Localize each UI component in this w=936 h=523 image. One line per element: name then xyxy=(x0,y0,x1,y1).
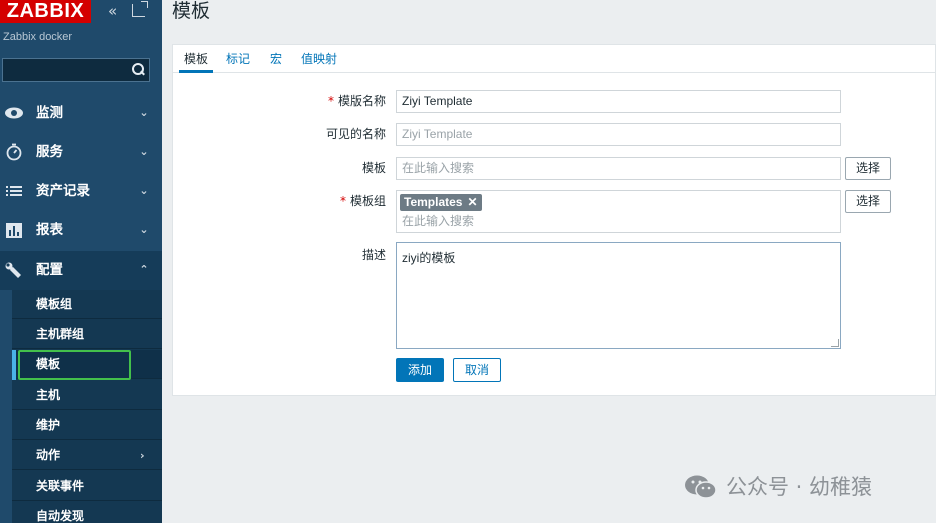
submenu-item-label: 主机 xyxy=(36,388,61,402)
visible-name-input[interactable]: Ziyi Template xyxy=(396,123,841,146)
menu-item-configuration[interactable]: 配置 ⌃ xyxy=(0,251,162,290)
template-groups-multiselect[interactable]: Templates ✕ 在此输入搜索 xyxy=(396,190,841,233)
sidebar-search-input[interactable] xyxy=(2,58,150,82)
submenu-item-hosts[interactable]: 主机 xyxy=(12,381,162,410)
add-button[interactable]: 添加 xyxy=(396,358,444,382)
template-name-label: * 模版名称 xyxy=(327,94,386,108)
submenu-item-label: 维护 xyxy=(36,418,61,432)
chevron-up-icon: ⌃ xyxy=(139,263,149,276)
menu-item-label: 资产记录 xyxy=(36,183,90,199)
active-indicator xyxy=(12,350,16,380)
chevron-down-icon: ⌄ xyxy=(139,145,149,158)
tab-macros[interactable]: 宏 xyxy=(270,51,282,67)
submenu-item-label: 动作 xyxy=(36,448,61,462)
required-mark: * xyxy=(339,194,346,208)
template-groups-select-button[interactable]: 选择 xyxy=(845,190,891,213)
description-text: ziyi的模板 xyxy=(402,251,456,265)
page-title: 模板 xyxy=(172,0,211,22)
menu-item-services[interactable]: 服务 ⌄ xyxy=(0,133,162,172)
resize-handle-icon[interactable] xyxy=(831,339,839,347)
watermark-text: 公众号 · 幼稚猿 xyxy=(726,475,873,499)
tab-value-mapping[interactable]: 值映射 xyxy=(301,51,337,67)
remove-tag-icon[interactable]: ✕ xyxy=(467,194,477,211)
description-textarea[interactable]: ziyi的模板 xyxy=(396,242,841,349)
submenu-item-discovery[interactable]: 自动发现 xyxy=(12,502,162,523)
submenu-item-label: 主机群组 xyxy=(36,327,85,341)
tab-template[interactable]: 模板 xyxy=(184,51,208,67)
list-icon xyxy=(4,182,24,200)
menu-item-label: 配置 xyxy=(36,262,63,278)
collapse-sidebar-icon[interactable]: « xyxy=(108,2,124,20)
menu-item-monitoring[interactable]: 监测 ⌄ xyxy=(0,94,162,133)
template-name-input[interactable]: Ziyi Template xyxy=(396,90,841,113)
server-name: Zabbix docker xyxy=(3,31,73,43)
menu-item-label: 服务 xyxy=(36,144,63,160)
template-groups-search-input[interactable]: 在此输入搜索 xyxy=(402,213,474,229)
visible-name-label: 可见的名称 xyxy=(325,127,386,141)
templates-select-button[interactable]: 选择 xyxy=(845,157,891,180)
highlight-annotation xyxy=(18,350,131,380)
form-tabs: 模板 标记 宏 值映射 xyxy=(173,45,936,73)
submenu-item-maintenance[interactable]: 维护 xyxy=(12,411,162,440)
required-mark: * xyxy=(327,94,334,108)
stopwatch-icon xyxy=(4,143,24,161)
chevron-down-icon: ⌄ xyxy=(139,223,149,236)
submenu-item-label: 关联事件 xyxy=(36,479,85,493)
templates-search-input[interactable]: 在此输入搜索 xyxy=(396,157,841,180)
submenu-item-label: 模板组 xyxy=(36,297,73,311)
chevron-down-icon: ⌄ xyxy=(139,106,149,119)
selected-group-tag: Templates ✕ xyxy=(400,194,482,211)
submenu-item-host-groups[interactable]: 主机群组 xyxy=(12,320,162,349)
submenu-item-actions[interactable]: 动作 › xyxy=(12,441,162,470)
bar-chart-icon xyxy=(4,221,24,239)
sidebar: ZABBIX « Zabbix docker 监测 ⌄ 服务 ⌄ 资产记录 ⌄ … xyxy=(0,0,162,523)
chevron-right-icon: › xyxy=(140,449,145,462)
menu-item-reports[interactable]: 报表 ⌄ xyxy=(0,211,162,250)
template-groups-label: * 模板组 xyxy=(339,194,386,208)
active-tab-underline xyxy=(179,70,213,73)
description-label: 描述 xyxy=(361,248,386,262)
submenu-item-template-groups[interactable]: 模板组 xyxy=(12,290,162,319)
menu-item-label: 报表 xyxy=(36,222,63,238)
templates-label: 模板 xyxy=(361,161,386,175)
submenu-item-label: 自动发现 xyxy=(36,509,85,523)
eye-icon xyxy=(4,104,24,122)
template-form-panel: 模板 标记 宏 值映射 * 模版名称 Ziyi Template 可见的名称 Zi… xyxy=(172,44,936,396)
search-icon[interactable] xyxy=(132,63,144,75)
chevron-down-icon: ⌄ xyxy=(139,184,149,197)
wrench-icon xyxy=(4,261,24,279)
menu-item-label: 监测 xyxy=(36,105,63,121)
zabbix-logo[interactable]: ZABBIX xyxy=(0,0,91,23)
cancel-button[interactable]: 取消 xyxy=(453,358,501,382)
wechat-icon xyxy=(684,474,718,500)
submenu-item-event-correlation[interactable]: 关联事件 xyxy=(12,472,162,501)
tab-tags[interactable]: 标记 xyxy=(226,51,250,67)
kiosk-mode-icon[interactable] xyxy=(132,1,148,17)
menu-item-inventory[interactable]: 资产记录 ⌄ xyxy=(0,172,162,211)
